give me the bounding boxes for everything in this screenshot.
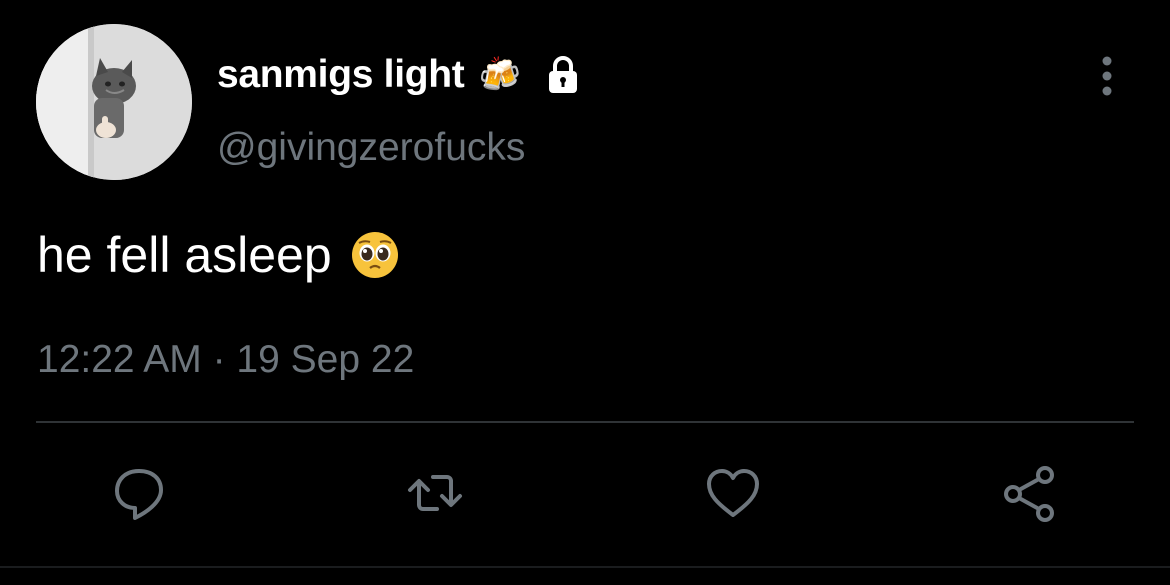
tweet-card: sanmigs light 🍻 @givingzerofucks he fell… xyxy=(0,0,1170,585)
more-vertical-icon[interactable] xyxy=(1092,54,1122,98)
retweet-button[interactable] xyxy=(400,458,470,528)
author-name-row: sanmigs light 🍻 xyxy=(217,52,583,98)
like-button[interactable] xyxy=(698,458,768,528)
beer-mugs-emoji: 🍻 xyxy=(478,55,521,95)
cat-avatar-icon xyxy=(36,24,192,180)
tweet-text: he fell asleep xyxy=(37,226,400,284)
author-handle[interactable]: @givingzerofucks xyxy=(217,126,525,170)
action-bar xyxy=(0,458,1170,528)
avatar[interactable] xyxy=(36,24,192,180)
reply-icon xyxy=(115,469,163,520)
display-name[interactable]: sanmigs light xyxy=(217,53,465,97)
lock-icon xyxy=(548,56,577,93)
share-icon xyxy=(1004,466,1054,522)
retweet-icon xyxy=(408,475,462,511)
tweet-timestamp[interactable]: 12:22 AM · 19 Sep 22 xyxy=(37,338,414,382)
reply-button[interactable] xyxy=(104,458,174,528)
pleading-face-emoji-icon xyxy=(351,232,398,278)
share-button[interactable] xyxy=(994,458,1064,528)
heart-icon xyxy=(707,469,759,517)
tweet-text-content: he fell asleep xyxy=(37,227,332,283)
divider xyxy=(36,421,1134,423)
bottom-divider xyxy=(0,566,1170,568)
